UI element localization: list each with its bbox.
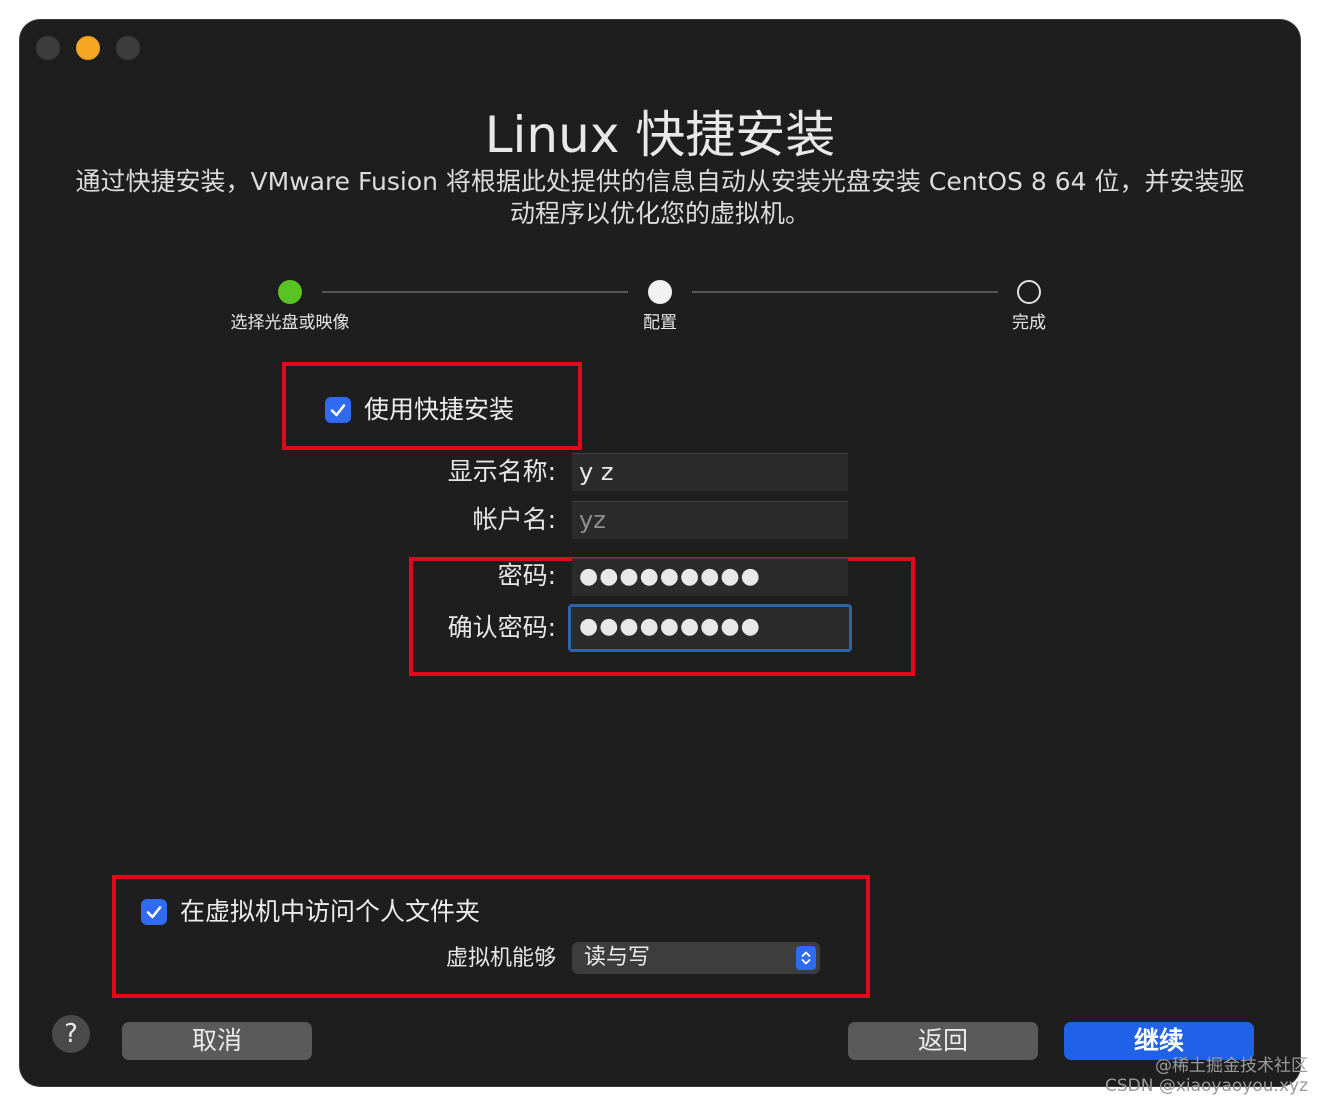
page-title: Linux 快捷安装: [484, 106, 836, 164]
step-3-indicator: [1017, 280, 1041, 304]
password-label: 密码:: [497, 561, 556, 590]
step-1-indicator: [278, 280, 302, 304]
step-2-indicator: [648, 280, 672, 304]
checkmark-icon: [146, 906, 162, 919]
window-close-button[interactable]: [36, 36, 60, 60]
password-field[interactable]: ●●●●●●●●●: [572, 558, 848, 596]
share-home-folder-label: 在虚拟机中访问个人文件夹: [180, 897, 481, 926]
checkmark-icon: [330, 404, 346, 417]
easy-install-label: 使用快捷安装: [364, 395, 515, 424]
help-button[interactable]: ?: [52, 1015, 90, 1053]
vm-permission-value: 读与写: [584, 945, 651, 970]
confirm-password-field[interactable]: ●●●●●●●●●: [568, 604, 852, 652]
display-name-field[interactable]: y z: [572, 453, 848, 491]
vm-permission-label: 虚拟机能够: [445, 946, 556, 971]
display-name-label: 显示名称:: [447, 457, 556, 486]
installer-window: Linux 快捷安装 通过快捷安装，VMware Fusion 将根据此处提供的…: [20, 20, 1300, 1086]
step-2-label: 配置: [643, 313, 677, 333]
step-3-label: 完成: [1012, 313, 1046, 333]
share-home-folder-checkbox[interactable]: [141, 899, 167, 925]
window-minimize-button[interactable]: [76, 36, 100, 60]
easy-install-checkbox[interactable]: [325, 397, 351, 423]
confirm-password-label: 确认密码:: [447, 613, 556, 642]
cancel-button[interactable]: 取消: [122, 1022, 312, 1060]
highlight-box-sharing: [112, 875, 870, 998]
window-maximize-button[interactable]: [116, 36, 140, 60]
vm-permission-select[interactable]: 读与写: [572, 942, 820, 974]
continue-button[interactable]: 继续: [1064, 1022, 1254, 1060]
back-button[interactable]: 返回: [848, 1022, 1038, 1060]
account-name-field[interactable]: yz: [572, 501, 848, 539]
account-name-label: 帐户名:: [472, 505, 556, 534]
watermark-line-2: CSDN @xiaoyaoyou.xyz: [1104, 1076, 1308, 1096]
step-1-label: 选择光盘或映像: [230, 313, 350, 333]
chevron-updown-icon: [796, 946, 816, 970]
page-description: 通过快捷安装，VMware Fusion 将根据此处提供的信息自动从安装光盘安装…: [75, 167, 1245, 228]
step-connector: [322, 291, 628, 293]
watermark-line-1: @稀土掘金技术社区: [1155, 1056, 1308, 1076]
step-connector: [692, 291, 998, 293]
